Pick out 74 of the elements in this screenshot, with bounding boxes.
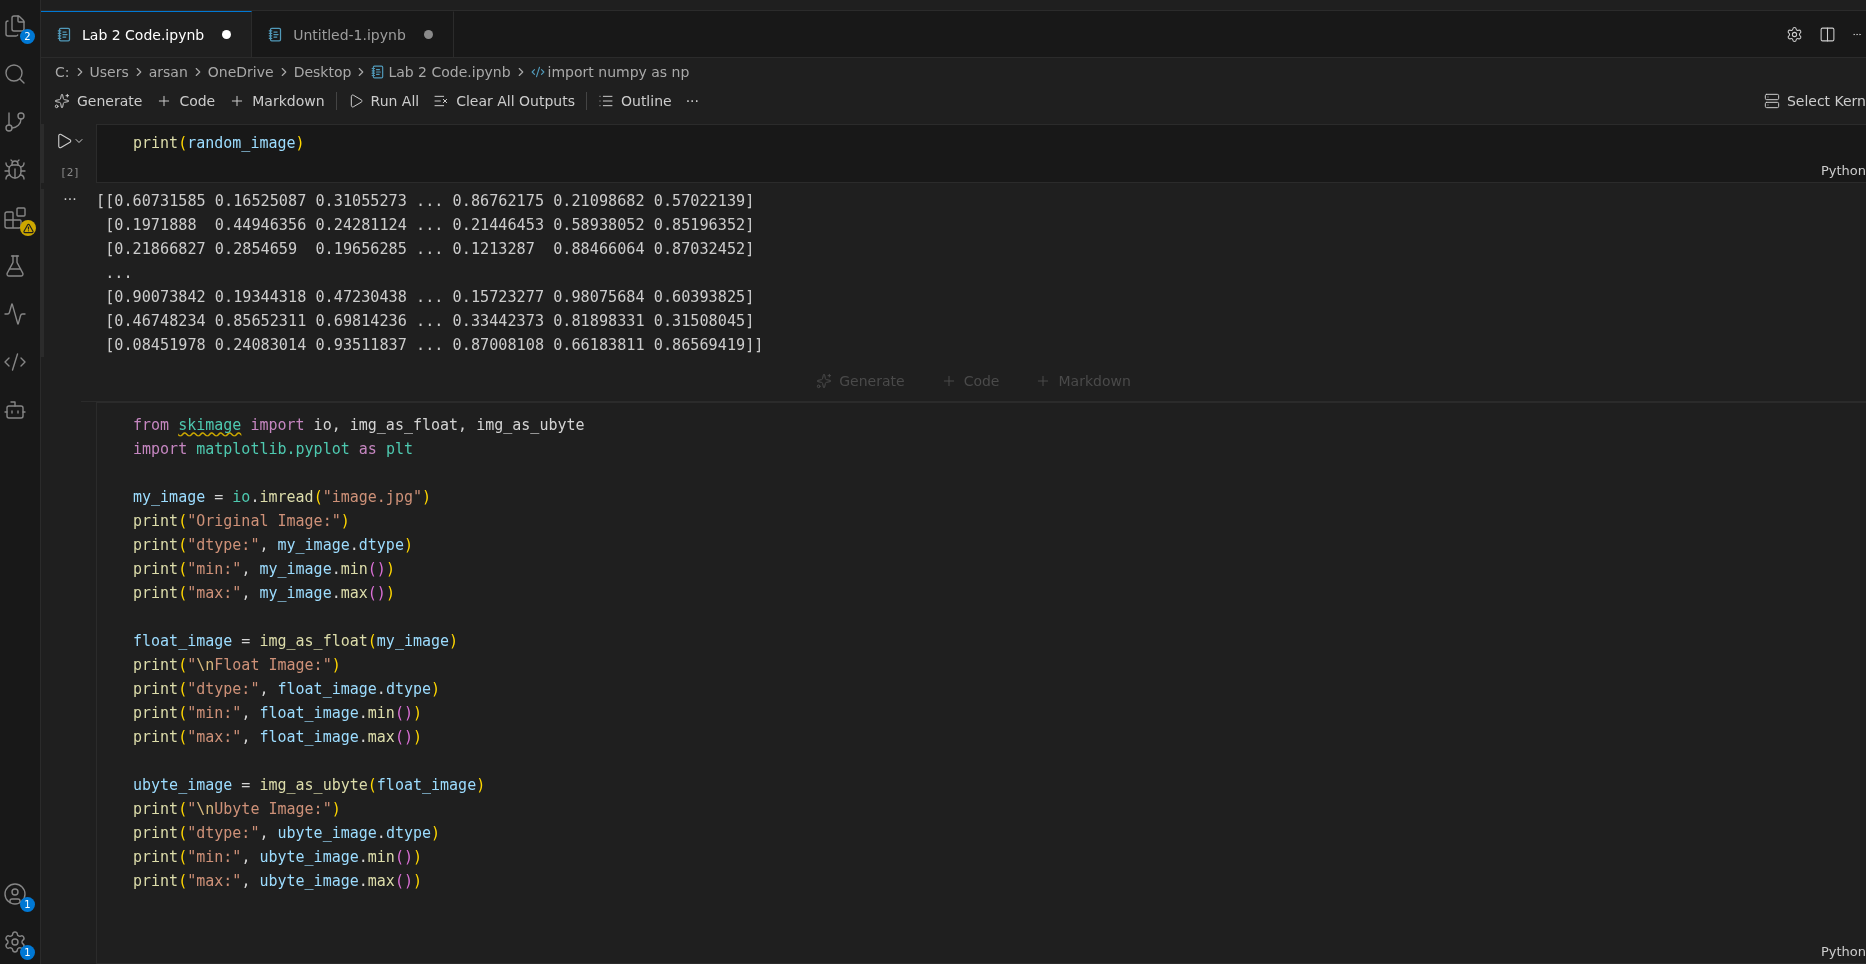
- more-button[interactable]: ···: [678, 93, 706, 109]
- notebook-icon: [371, 65, 386, 79]
- toolbar-button[interactable]: Clear All Outputs: [426, 93, 582, 109]
- notebook-icon: [268, 27, 284, 42]
- output-menu[interactable]: ···: [63, 189, 77, 357]
- code-cell[interactable]: [96, 402, 1866, 964]
- code-icon[interactable]: [3, 350, 27, 374]
- breadcrumb-item[interactable]: Desktop: [293, 64, 352, 80]
- flask-icon[interactable]: [3, 254, 27, 278]
- code-line: print("\nFloat Image:"): [133, 655, 342, 676]
- code-line: print("min:", my_image.min()): [133, 559, 396, 580]
- notebook-icon: [57, 27, 72, 42]
- toolbar-button[interactable]: Generate: [47, 93, 150, 109]
- kernel-button[interactable]: Select Kern: [1756, 93, 1866, 109]
- breadcrumb-item[interactable]: Lab 2 Code.ipynb: [388, 64, 511, 80]
- count-badge: 1: [20, 945, 35, 960]
- settings-icon[interactable]: [1786, 25, 1803, 43]
- blocks-icon[interactable]: [3, 206, 27, 230]
- code-line: import matplotlib.pyplot as plt: [133, 439, 414, 460]
- code-line: print("max:", float_image.max()): [133, 727, 423, 748]
- output-line: [[0.60731585 0.16525087 0.31055273 ... 0.86762175 0.21098682 0.57022139]: [96, 191, 756, 212]
- breadcrumb-item[interactable]: C:: [55, 64, 70, 80]
- editor-tab[interactable]: Lab 2 Code.ipynb: [41, 11, 253, 57]
- code-cell[interactable]: print(random_image) Python: [96, 124, 1866, 183]
- code-line: print("\nUbyte Image:"): [133, 799, 342, 820]
- code-line: print("max:", my_image.max()): [133, 583, 396, 604]
- code-line: print("dtype:", my_image.dtype): [133, 535, 414, 556]
- count-badge: 2: [20, 29, 35, 44]
- breadcrumb-item[interactable]: OneDrive: [207, 64, 274, 80]
- files-icon[interactable]: [3, 14, 27, 38]
- code-line: print("min:", ubyte_image.min()): [133, 847, 423, 868]
- breadcrumb-item[interactable]: arsan: [148, 64, 188, 80]
- toolbar-button[interactable]: Code: [149, 93, 223, 109]
- code-line: my_image = io.imread("image.jpg"): [133, 487, 433, 508]
- sparkle-icon: [816, 373, 833, 389]
- language-label[interactable]: Python: [1820, 163, 1866, 178]
- run-cell-button[interactable]: [55, 132, 85, 150]
- code-line: print("max:", ubyte_image.max()): [133, 871, 423, 892]
- breadcrumb-item[interactable]: import numpy as np: [547, 64, 690, 80]
- clear-list-icon: [433, 93, 450, 109]
- code-line: float_image = img_as_float(my_image): [133, 631, 460, 652]
- output-line: [0.46748234 0.85652311 0.69814236 ... 0.33442373 0.81898331 0.31508045]: [104, 311, 756, 332]
- code-line: print("Original Image:"): [133, 511, 351, 532]
- account-icon[interactable]: [3, 882, 27, 906]
- output-line: [0.08451978 0.24083014 0.93511837 ... 0.87008108 0.66183811 0.86569419]]: [104, 335, 764, 356]
- settings-icon[interactable]: [3, 930, 27, 954]
- bug-icon[interactable]: [3, 158, 27, 182]
- toolbar-button[interactable]: Markdown: [222, 93, 332, 109]
- code-line: from skimage import io, img_as_float, img_as_ubyte: [133, 415, 586, 436]
- code-icon: [530, 65, 545, 79]
- output-line: [0.1971888 0.44946356 0.24281124 ... 0.21446453 0.58938052 0.85196352]: [104, 215, 756, 236]
- code-line: print(random_image): [133, 133, 306, 154]
- count-badge: 1: [20, 897, 35, 912]
- language-label[interactable]: Python: [1820, 944, 1866, 959]
- code-line: print("min:", float_image.min()): [133, 703, 423, 724]
- split-editor-icon[interactable]: [1819, 25, 1836, 43]
- search-icon[interactable]: [3, 62, 27, 86]
- output-line: [0.90073842 0.19344318 0.47230438 ... 0.15723277 0.98075684 0.60393825]: [104, 287, 756, 308]
- code-line: print("dtype:", float_image.dtype): [133, 679, 442, 700]
- code-line: print("dtype:", ubyte_image.dtype): [133, 823, 442, 844]
- toolbar-button[interactable]: Outline: [591, 93, 679, 109]
- sparkle-icon: [54, 93, 70, 109]
- robot-icon[interactable]: [3, 398, 27, 422]
- list-icon: [598, 93, 614, 109]
- branch-icon[interactable]: [3, 110, 27, 134]
- wave-icon[interactable]: [3, 302, 27, 326]
- toolbar-button[interactable]: Run All: [340, 93, 427, 109]
- code-line: ubyte_image = img_as_ubyte(float_image): [133, 775, 487, 796]
- breadcrumb-item[interactable]: Users: [89, 64, 129, 80]
- server-icon: [1763, 93, 1780, 109]
- execution-count: [2]: [60, 166, 80, 179]
- output-line: [0.21866827 0.2854659 0.19656285 ... 0.1213287 0.88466064 0.87032452]: [104, 239, 756, 260]
- play-icon: [55, 132, 73, 150]
- output-line: ...: [104, 263, 134, 284]
